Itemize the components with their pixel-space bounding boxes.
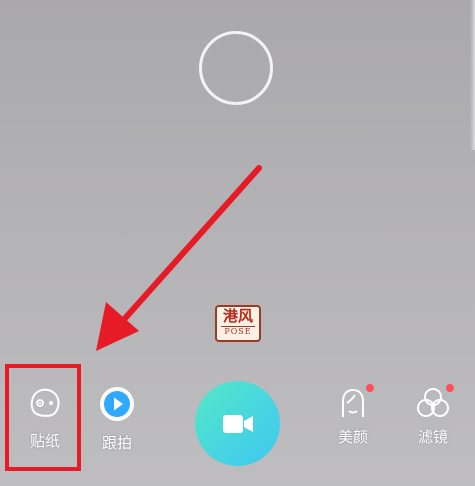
annotation-highlight-box [5, 364, 81, 471]
badge-sub-text: POSE [221, 326, 255, 337]
beauty-notification-dot [366, 384, 374, 392]
focus-ring-icon [199, 31, 273, 105]
filter-notification-dot [446, 384, 454, 392]
filter-label: 滤镜 [417, 428, 448, 446]
face-outline-icon [342, 388, 364, 417]
follow-shoot-label: 跟拍 [101, 434, 132, 452]
play-icon [100, 387, 134, 421]
beauty-label: 美颜 [337, 428, 368, 446]
video-camera-icon [222, 414, 253, 433]
badge-main-text: 港风 [222, 307, 253, 325]
three-circles-icon [417, 388, 449, 417]
scroll-edge [470, 0, 475, 150]
beauty-button[interactable]: 美颜 [320, 384, 386, 447]
record-button[interactable] [195, 381, 280, 466]
follow-shoot-button[interactable]: 跟拍 [84, 386, 150, 453]
filter-button[interactable]: 滤镜 [397, 384, 469, 447]
style-badge[interactable]: 港风 POSE [215, 305, 261, 342]
